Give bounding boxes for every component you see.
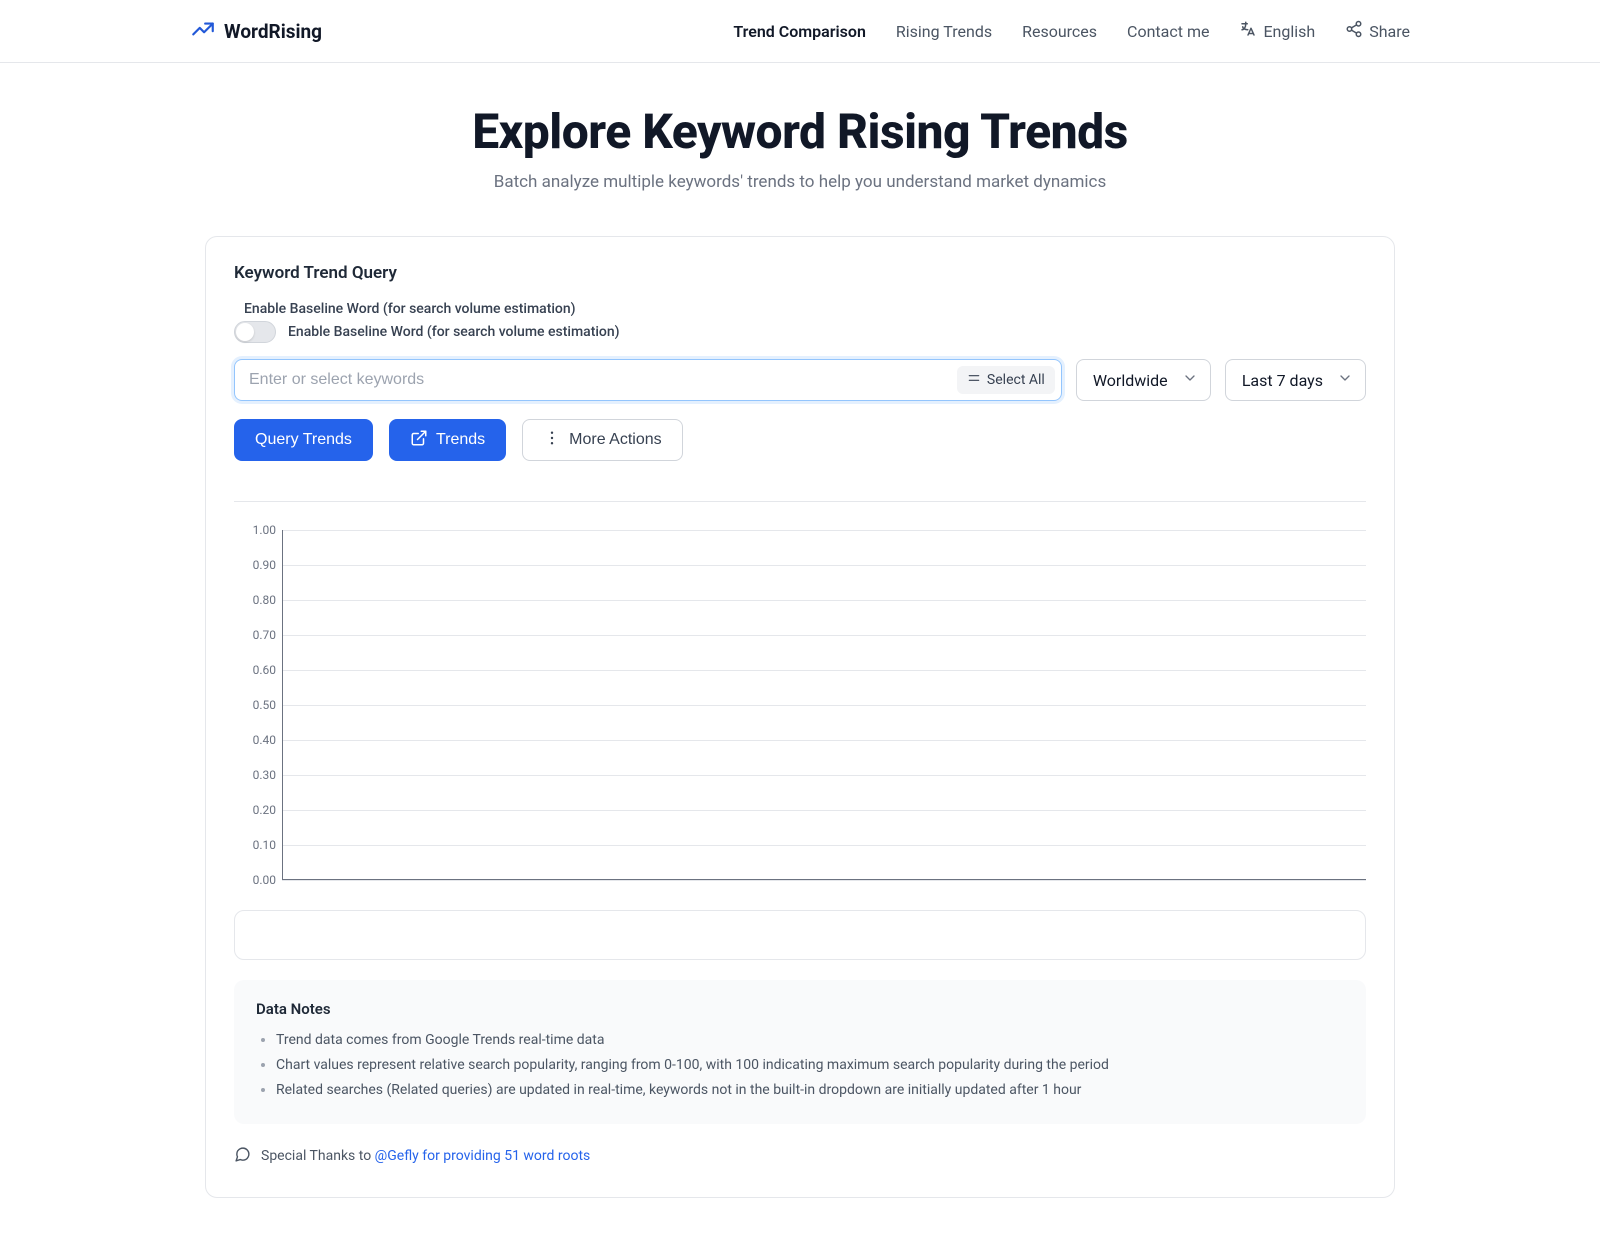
select-all-label: Select All xyxy=(987,372,1045,388)
nav-language[interactable]: English xyxy=(1239,20,1315,42)
external-link-icon xyxy=(410,429,428,452)
query-trends-label: Query Trends xyxy=(255,431,352,449)
nav-share-label: Share xyxy=(1369,22,1410,41)
nav-contact[interactable]: Contact me xyxy=(1127,22,1209,41)
chart-ytick: 1.00 xyxy=(234,523,276,537)
chart-ytick: 0.40 xyxy=(234,733,276,747)
chart-gridline xyxy=(282,880,1366,881)
chart-gridline xyxy=(282,565,1366,566)
data-notes-item: Related searches (Related queries) are u… xyxy=(276,1078,1344,1103)
nav-trend-comparison[interactable]: Trend Comparison xyxy=(733,22,866,41)
nav-rising-trends[interactable]: Rising Trends xyxy=(896,22,992,41)
chart-gridline xyxy=(282,635,1366,636)
data-notes-item: Trend data comes from Google Trends real… xyxy=(276,1028,1344,1053)
data-notes-item: Chart values represent relative search p… xyxy=(276,1053,1344,1078)
trend-chart: 0.000.100.200.300.400.500.600.700.800.90… xyxy=(234,530,1366,880)
share-icon xyxy=(1345,20,1363,42)
baseline-field-label: Enable Baseline Word (for search volume … xyxy=(244,301,1366,317)
nav-share[interactable]: Share xyxy=(1345,20,1410,42)
chart-ytick: 0.70 xyxy=(234,628,276,642)
open-trends-label: Trends xyxy=(436,431,485,449)
period-dropdown[interactable]: Last 7 days xyxy=(1225,359,1366,401)
region-value: Worldwide xyxy=(1093,371,1168,390)
thanks-prefix: Special Thanks to xyxy=(261,1148,375,1164)
chart-ytick: 0.50 xyxy=(234,698,276,712)
chart-ytick: 0.10 xyxy=(234,838,276,852)
more-vertical-icon xyxy=(543,429,561,452)
more-actions-button[interactable]: More Actions xyxy=(522,419,682,461)
translate-icon xyxy=(1239,20,1257,42)
data-notes-title: Data Notes xyxy=(256,1000,1344,1018)
more-actions-label: More Actions xyxy=(569,431,661,449)
select-all-button[interactable]: Select All xyxy=(957,366,1055,394)
chart-ytick: 0.60 xyxy=(234,663,276,677)
chart-gridline xyxy=(282,740,1366,741)
nav-resources[interactable]: Resources xyxy=(1022,22,1097,41)
section-divider xyxy=(234,501,1366,502)
brand-logo-icon xyxy=(190,16,216,47)
hero: Explore Keyword Rising Trends Batch anal… xyxy=(0,103,1600,192)
query-section-title: Keyword Trend Query xyxy=(234,263,1366,283)
page-subtitle: Batch analyze multiple keywords' trends … xyxy=(0,172,1600,192)
chat-icon xyxy=(234,1146,251,1167)
main-nav: Trend Comparison Rising Trends Resources… xyxy=(733,20,1410,42)
thanks-link[interactable]: @Gefly for providing 51 word roots xyxy=(375,1148,591,1164)
nav-language-label: English xyxy=(1263,22,1315,41)
chevron-down-icon xyxy=(1182,370,1198,390)
region-dropdown[interactable]: Worldwide xyxy=(1076,359,1211,401)
topbar: WordRising Trend Comparison Rising Trend… xyxy=(0,0,1600,63)
open-trends-button[interactable]: Trends xyxy=(389,419,506,461)
chart-ytick: 0.90 xyxy=(234,558,276,572)
brand-name: WordRising xyxy=(224,20,322,43)
baseline-toggle-text: Enable Baseline Word (for search volume … xyxy=(288,324,620,340)
chart-gridline xyxy=(282,530,1366,531)
list-icon xyxy=(967,371,981,389)
chart-ytick: 0.80 xyxy=(234,593,276,607)
special-thanks: Special Thanks to @Gefly for providing 5… xyxy=(234,1146,1366,1167)
chart-gridline xyxy=(282,845,1366,846)
baseline-toggle[interactable] xyxy=(234,321,276,343)
query-trends-button[interactable]: Query Trends xyxy=(234,419,373,461)
chevron-down-icon xyxy=(1337,370,1353,390)
chart-ytick: 0.00 xyxy=(234,873,276,887)
page-title: Explore Keyword Rising Trends xyxy=(0,103,1600,160)
period-value: Last 7 days xyxy=(1242,371,1323,390)
chart-gridline xyxy=(282,705,1366,706)
data-notes: Data Notes Trend data comes from Google … xyxy=(234,980,1366,1124)
chart-gridline xyxy=(282,810,1366,811)
chart-gridline xyxy=(282,775,1366,776)
results-placeholder xyxy=(234,910,1366,960)
keyword-input[interactable] xyxy=(249,371,957,389)
chart-ytick: 0.20 xyxy=(234,803,276,817)
brand[interactable]: WordRising xyxy=(190,16,322,47)
chart-gridline xyxy=(282,670,1366,671)
query-card: Keyword Trend Query Enable Baseline Word… xyxy=(205,236,1395,1198)
chart-gridline xyxy=(282,600,1366,601)
chart-ytick: 0.30 xyxy=(234,768,276,782)
keyword-input-container: Select All xyxy=(234,359,1062,401)
